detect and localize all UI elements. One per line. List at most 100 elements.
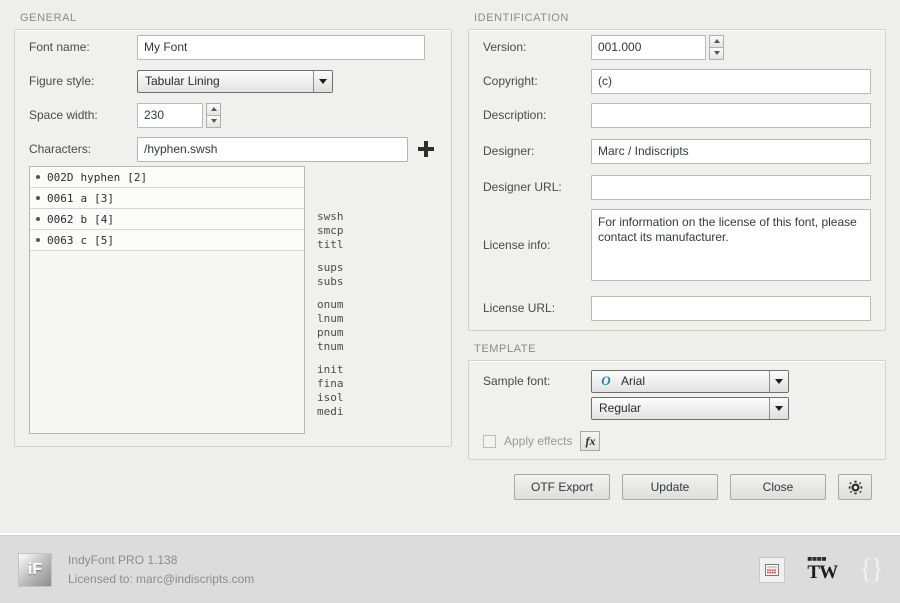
space-width-label: Space width: (29, 108, 98, 122)
gear-icon (848, 480, 862, 494)
char-code: 0062 (47, 212, 74, 226)
main-content: GENERAL Font name: Figure style: Tabular… (0, 0, 900, 533)
space-width-stepper[interactable] (206, 102, 221, 128)
tag-group: swsh smcp titl (317, 210, 344, 252)
version-label: Version: (483, 40, 527, 54)
stepper-down-icon[interactable] (709, 46, 724, 60)
feature-tag[interactable]: smcp (317, 224, 344, 238)
feature-tag[interactable]: sups (317, 261, 344, 275)
list-item[interactable]: 0062 b [4] (30, 209, 304, 230)
update-button[interactable]: Update (622, 474, 718, 500)
stepper-up-icon[interactable] (206, 102, 221, 115)
char-name: b (80, 212, 88, 226)
feature-tag[interactable]: medi (317, 405, 344, 419)
char-index: [5] (94, 233, 114, 247)
description-input[interactable] (591, 102, 871, 128)
feature-tag[interactable]: subs (317, 275, 344, 289)
designer-url-input[interactable] (591, 174, 871, 200)
feature-tag[interactable]: titl (317, 238, 344, 252)
chevron-down-icon (769, 370, 788, 392)
bullet-icon (36, 217, 40, 221)
footer-info: IndyFont PRO 1.138 Licensed to: marc@ind… (68, 551, 254, 589)
tw-logo-text: TW (807, 562, 838, 583)
apply-effects-label: Apply effects (504, 434, 573, 448)
description-row: Description: (469, 98, 885, 132)
braces-logo[interactable]: {} (859, 555, 884, 584)
feature-tag[interactable]: init (317, 363, 344, 377)
right-column: IDENTIFICATION Version: Copyright: Descr… (468, 10, 886, 533)
close-button[interactable]: Close (730, 474, 826, 500)
feature-tag[interactable]: lnum (317, 312, 344, 326)
general-section-title: GENERAL (20, 12, 77, 24)
characters-label: Characters: (29, 142, 92, 156)
list-item[interactable]: 0063 c [5] (30, 230, 304, 251)
license-text: Licensed to: marc@indiscripts.com (68, 571, 255, 586)
footer-icons: ▩▩▩▩ TW {} (759, 555, 884, 584)
otf-export-button[interactable]: OTF Export (514, 474, 610, 500)
license-info-label: License info: (483, 238, 551, 252)
char-name: hyphen (80, 170, 121, 184)
char-index: [3] (94, 191, 114, 205)
figure-style-row: Figure style: Tabular Lining (15, 64, 451, 98)
designer-label: Designer: (483, 144, 535, 158)
apply-effects-row: Apply effects fx (469, 423, 885, 459)
app-version-text: IndyFont PRO 1.138 (68, 552, 178, 567)
copyright-label: Copyright: (483, 74, 538, 88)
feature-tag[interactable]: tnum (317, 340, 344, 354)
tag-group: sups subs (317, 261, 344, 289)
figure-style-value: Tabular Lining (145, 74, 220, 88)
list-item[interactable]: 002D hyphen [2] (30, 167, 304, 188)
version-stepper[interactable] (709, 34, 724, 60)
license-url-label: License URL: (483, 301, 556, 315)
tag-group: init fina isol medi (317, 363, 344, 419)
sample-font-value: Arial (621, 374, 646, 388)
char-index: [2] (127, 170, 148, 184)
settings-button[interactable] (838, 474, 872, 500)
keyboard-icon[interactable] (759, 556, 786, 583)
sample-font-dropdown[interactable]: O Arial (591, 369, 789, 393)
action-buttons: OTF Export Update Close (468, 460, 886, 500)
feature-tag[interactable]: isol (317, 391, 344, 405)
apply-effects-checkbox[interactable] (483, 434, 496, 448)
feature-tag[interactable]: onum (317, 298, 344, 312)
app-logo: iF (18, 552, 52, 587)
font-name-input[interactable] (137, 34, 425, 60)
left-column: GENERAL Font name: Figure style: Tabular… (14, 10, 452, 533)
license-info-textarea[interactable]: For information on the license of this f… (591, 209, 871, 281)
license-url-input[interactable] (591, 295, 871, 321)
characters-zone: 002D hyphen [2] 0061 a [3] 0062 b [4] 00… (15, 166, 451, 446)
copyright-input[interactable] (591, 68, 871, 94)
figure-style-dropdown[interactable]: Tabular Lining (137, 69, 333, 93)
identification-panel: Version: Copyright: Description: (468, 29, 886, 331)
license-info-row: License info: For information on the lic… (469, 204, 885, 286)
stepper-up-icon[interactable] (709, 34, 724, 47)
figure-style-label: Figure style: (29, 74, 95, 88)
stepper-down-icon[interactable] (206, 114, 221, 128)
sample-style-dropdown[interactable]: Regular (591, 396, 789, 420)
characters-input[interactable] (137, 136, 408, 162)
general-panel: Font name: Figure style: Tabular Lining … (14, 29, 452, 447)
feature-tag[interactable]: fina (317, 377, 344, 391)
bullet-icon (36, 196, 40, 200)
sample-font-label: Sample font: (483, 374, 551, 388)
copyright-row: Copyright: (469, 64, 885, 98)
designer-input[interactable] (591, 138, 871, 164)
effects-button[interactable]: fx (580, 431, 601, 451)
opentype-o-icon: O (601, 373, 611, 388)
feature-tag[interactable]: pnum (317, 326, 344, 340)
space-width-input[interactable] (137, 102, 203, 128)
tag-group: onum lnum pnum tnum (317, 298, 344, 354)
char-index: [4] (94, 212, 114, 226)
indyfont-window: GENERAL Font name: Figure style: Tabular… (0, 0, 900, 603)
license-url-row: License URL: (469, 286, 885, 330)
feature-tag[interactable]: swsh (317, 210, 344, 224)
character-list[interactable]: 002D hyphen [2] 0061 a [3] 0062 b [4] 00… (29, 166, 305, 434)
char-code: 002D (47, 170, 74, 184)
tw-logo[interactable]: ▩▩▩▩ TW (807, 557, 838, 583)
bullet-icon (36, 175, 40, 179)
version-input[interactable] (591, 34, 706, 60)
list-item[interactable]: 0061 a [3] (30, 188, 304, 209)
char-code: 0061 (47, 191, 74, 205)
add-character-button[interactable] (415, 138, 437, 160)
version-row: Version: (469, 30, 885, 64)
